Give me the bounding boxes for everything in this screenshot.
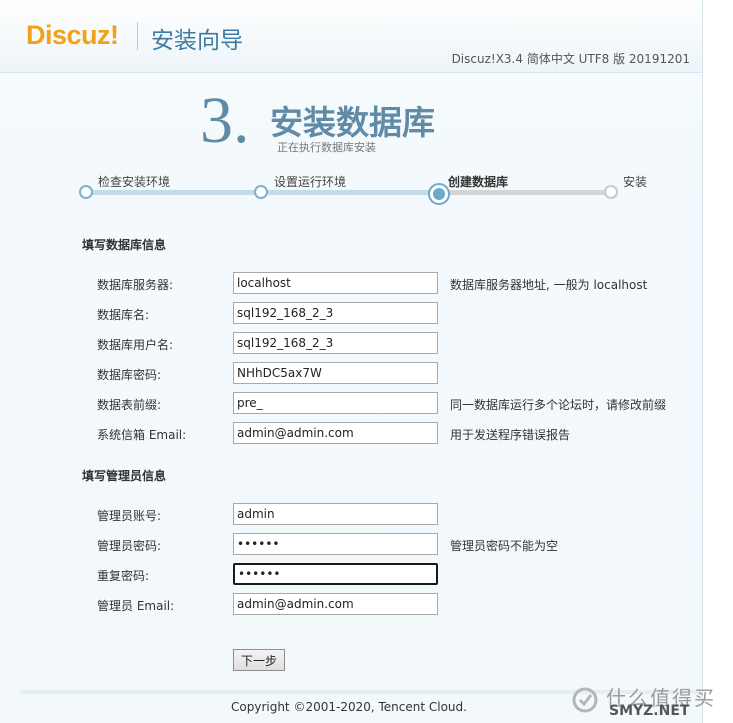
admin-account-label: 管理员账号: <box>97 509 162 523</box>
step-title: 安装数据库 <box>270 103 435 142</box>
admin-section-title: 填写管理员信息 <box>82 469 167 483</box>
admin-password-hint: 管理员密码不能为空 <box>450 539 559 553</box>
step-subtitle: 正在执行数据库安装 <box>277 141 376 154</box>
progress-dot-2 <box>254 185 268 199</box>
table-prefix-hint: 同一数据库运行多个论坛时，请修改前缀 <box>450 398 667 412</box>
repeat-password-input[interactable] <box>233 563 438 585</box>
admin-password-label: 管理员密码: <box>97 539 162 553</box>
db-user-label: 数据库用户名: <box>97 338 174 352</box>
db-password-label: 数据库密码: <box>97 368 162 382</box>
db-user-input[interactable] <box>233 332 438 354</box>
system-email-label: 系统信箱 Email: <box>97 428 187 442</box>
smzdm-logo-icon <box>572 687 598 713</box>
db-password-input[interactable] <box>233 362 438 384</box>
table-prefix-label: 数据表前缀: <box>97 398 162 412</box>
wizard-title: 安装向导 <box>151 28 243 54</box>
progress-step-4: 安装 <box>623 175 648 189</box>
db-server-label: 数据库服务器: <box>97 278 174 292</box>
installer-frame: Discuz! 安装向导 Discuz!X3.4 简体中文 UTF8 版 201… <box>0 0 703 723</box>
admin-email-label: 管理员 Email: <box>97 599 175 613</box>
db-name-input[interactable] <box>233 302 438 324</box>
next-step-button[interactable]: 下一步 <box>233 649 285 671</box>
db-server-input[interactable] <box>233 272 438 294</box>
progress-step-3: 创建数据库 <box>448 175 509 189</box>
progress-dot-3 <box>430 185 448 203</box>
db-server-hint: 数据库服务器地址, 一般为 localhost <box>450 278 648 292</box>
system-email-hint: 用于发送程序错误报告 <box>450 428 571 442</box>
progress-step-1: 检查安装环境 <box>98 175 171 189</box>
admin-account-input[interactable] <box>233 503 438 525</box>
step-number: 3. <box>200 84 250 157</box>
admin-password-input[interactable] <box>233 533 438 555</box>
system-email-input[interactable] <box>233 422 438 444</box>
discuz-logo: Discuz! <box>26 20 119 50</box>
progress-step-2: 设置运行环境 <box>274 175 347 189</box>
version-info: Discuz!X3.4 简体中文 UTF8 版 20191201 <box>451 52 690 66</box>
progress-dot-4 <box>604 185 618 199</box>
watermark-en: SMYZ.NET <box>609 703 690 719</box>
watermark: 什么值得买 SMYZ.NET <box>566 680 733 723</box>
db-section-title: 填写数据库信息 <box>82 238 167 252</box>
db-name-label: 数据库名: <box>97 308 150 322</box>
progress-dot-1 <box>79 185 93 199</box>
repeat-password-label: 重复密码: <box>97 569 150 583</box>
admin-email-input[interactable] <box>233 593 438 615</box>
header-divider <box>137 22 138 50</box>
copyright: Copyright ©2001-2020, Tencent Cloud. <box>231 700 467 714</box>
table-prefix-input[interactable] <box>233 392 438 414</box>
header: Discuz! 安装向导 Discuz!X3.4 简体中文 UTF8 版 201… <box>0 0 702 73</box>
